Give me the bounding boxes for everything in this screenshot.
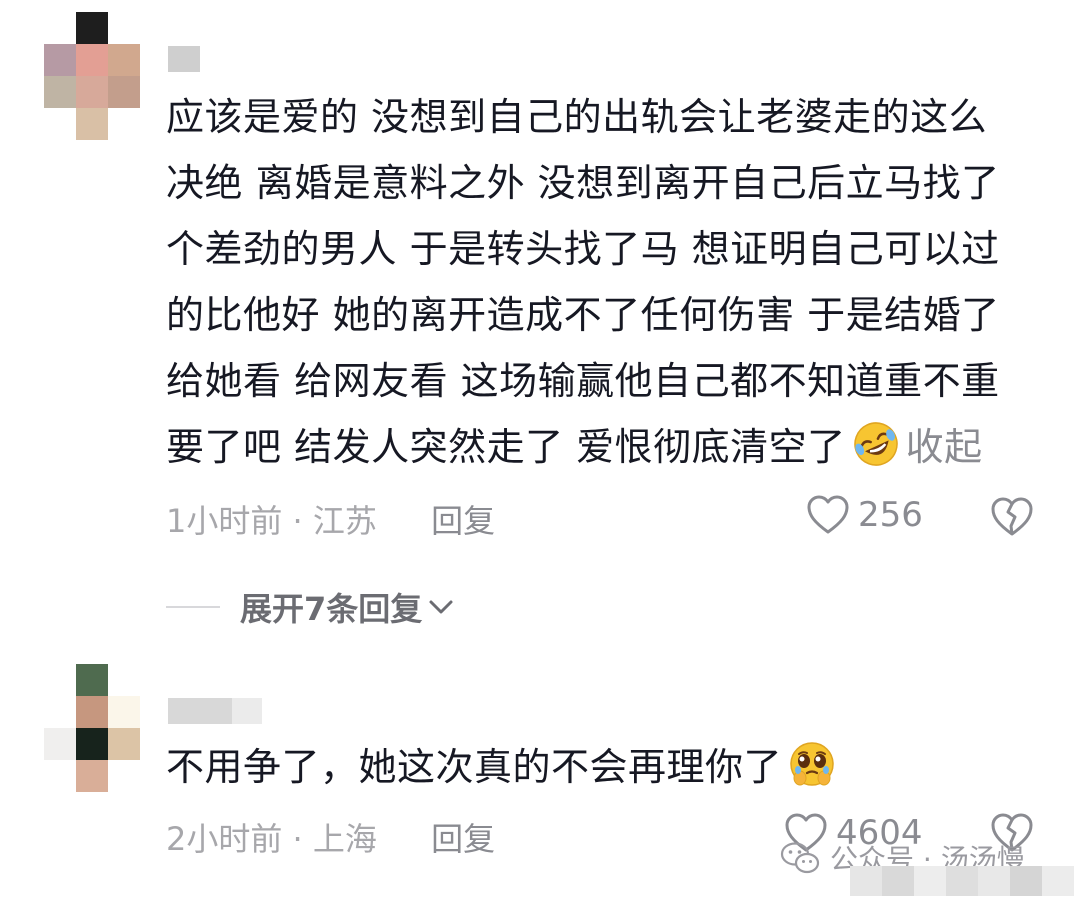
broken-heart-icon[interactable] xyxy=(990,496,1034,538)
comment-screen: 应该是爱的 没想到自己的出轨会让老婆走的这么 决绝 离婚是意料之外 没想到离开自… xyxy=(0,0,1080,897)
chevron-down-icon xyxy=(429,600,453,614)
comment-meta: 1小时前 · 江苏 回复 xyxy=(166,496,495,542)
reply-button[interactable]: 回复 xyxy=(431,820,495,858)
like-count: 256 xyxy=(858,495,923,535)
username-blurred[interactable] xyxy=(168,46,200,72)
comment-text-line: 给她看 给网友看 这场输赢他自己都不知道重不重 xyxy=(166,359,1000,403)
wechat-icon xyxy=(780,842,820,874)
meta-separator: · xyxy=(292,820,303,858)
expand-divider xyxy=(166,606,220,608)
pleading-face-emoji xyxy=(790,742,834,786)
comment-text-line: 个差劲的男人 于是转头找了马 想证明自己可以过 xyxy=(166,227,1000,271)
blurred-area xyxy=(850,866,1074,896)
collapse-link[interactable]: 收起 xyxy=(906,425,983,469)
comment-text-line: 决绝 离婚是意料之外 没想到离开自己后立马找了 xyxy=(166,161,1000,205)
avatar[interactable] xyxy=(44,664,144,792)
comment-location: 上海 xyxy=(312,820,377,858)
comment-meta: 2小时前 · 上海 回复 xyxy=(166,814,495,860)
username-blurred[interactable] xyxy=(168,698,262,724)
like-button[interactable]: 256 xyxy=(806,494,923,536)
comment-text-line-last: 要了吧 结发人突然走了 爱恨彻底清空了 收起 xyxy=(166,414,1000,480)
comment-text-line: 的比他好 她的离开造成不了任何伤害 于是结婚了 xyxy=(166,293,1000,337)
comment-text-line: 要了吧 结发人突然走了 爱恨彻底清空了 xyxy=(166,425,846,469)
comment-text: 不用争了，她这次真的不会再理你了 xyxy=(166,734,836,800)
avatar[interactable] xyxy=(44,12,144,144)
comment-text: 应该是爱的 没想到自己的出轨会让老婆走的这么 决绝 离婚是意料之外 没想到离开自… xyxy=(166,84,1000,480)
comment-text-line: 不用争了，她这次真的不会再理你了 xyxy=(166,745,783,789)
comment-location: 江苏 xyxy=(312,502,377,540)
expand-replies-label: 展开7条回复 xyxy=(240,590,423,628)
heart-icon xyxy=(807,495,849,534)
comment-time: 1小时前 xyxy=(166,502,283,540)
expand-replies-button[interactable]: 展开7条回复 xyxy=(166,584,454,630)
comment-time: 2小时前 xyxy=(166,820,283,858)
meta-separator: · xyxy=(292,502,303,540)
reply-button[interactable]: 回复 xyxy=(431,502,495,540)
rolling-on-floor-laughing-emoji xyxy=(853,422,898,466)
comment-text-line: 应该是爱的 没想到自己的出轨会让老婆走的这么 xyxy=(166,95,988,139)
